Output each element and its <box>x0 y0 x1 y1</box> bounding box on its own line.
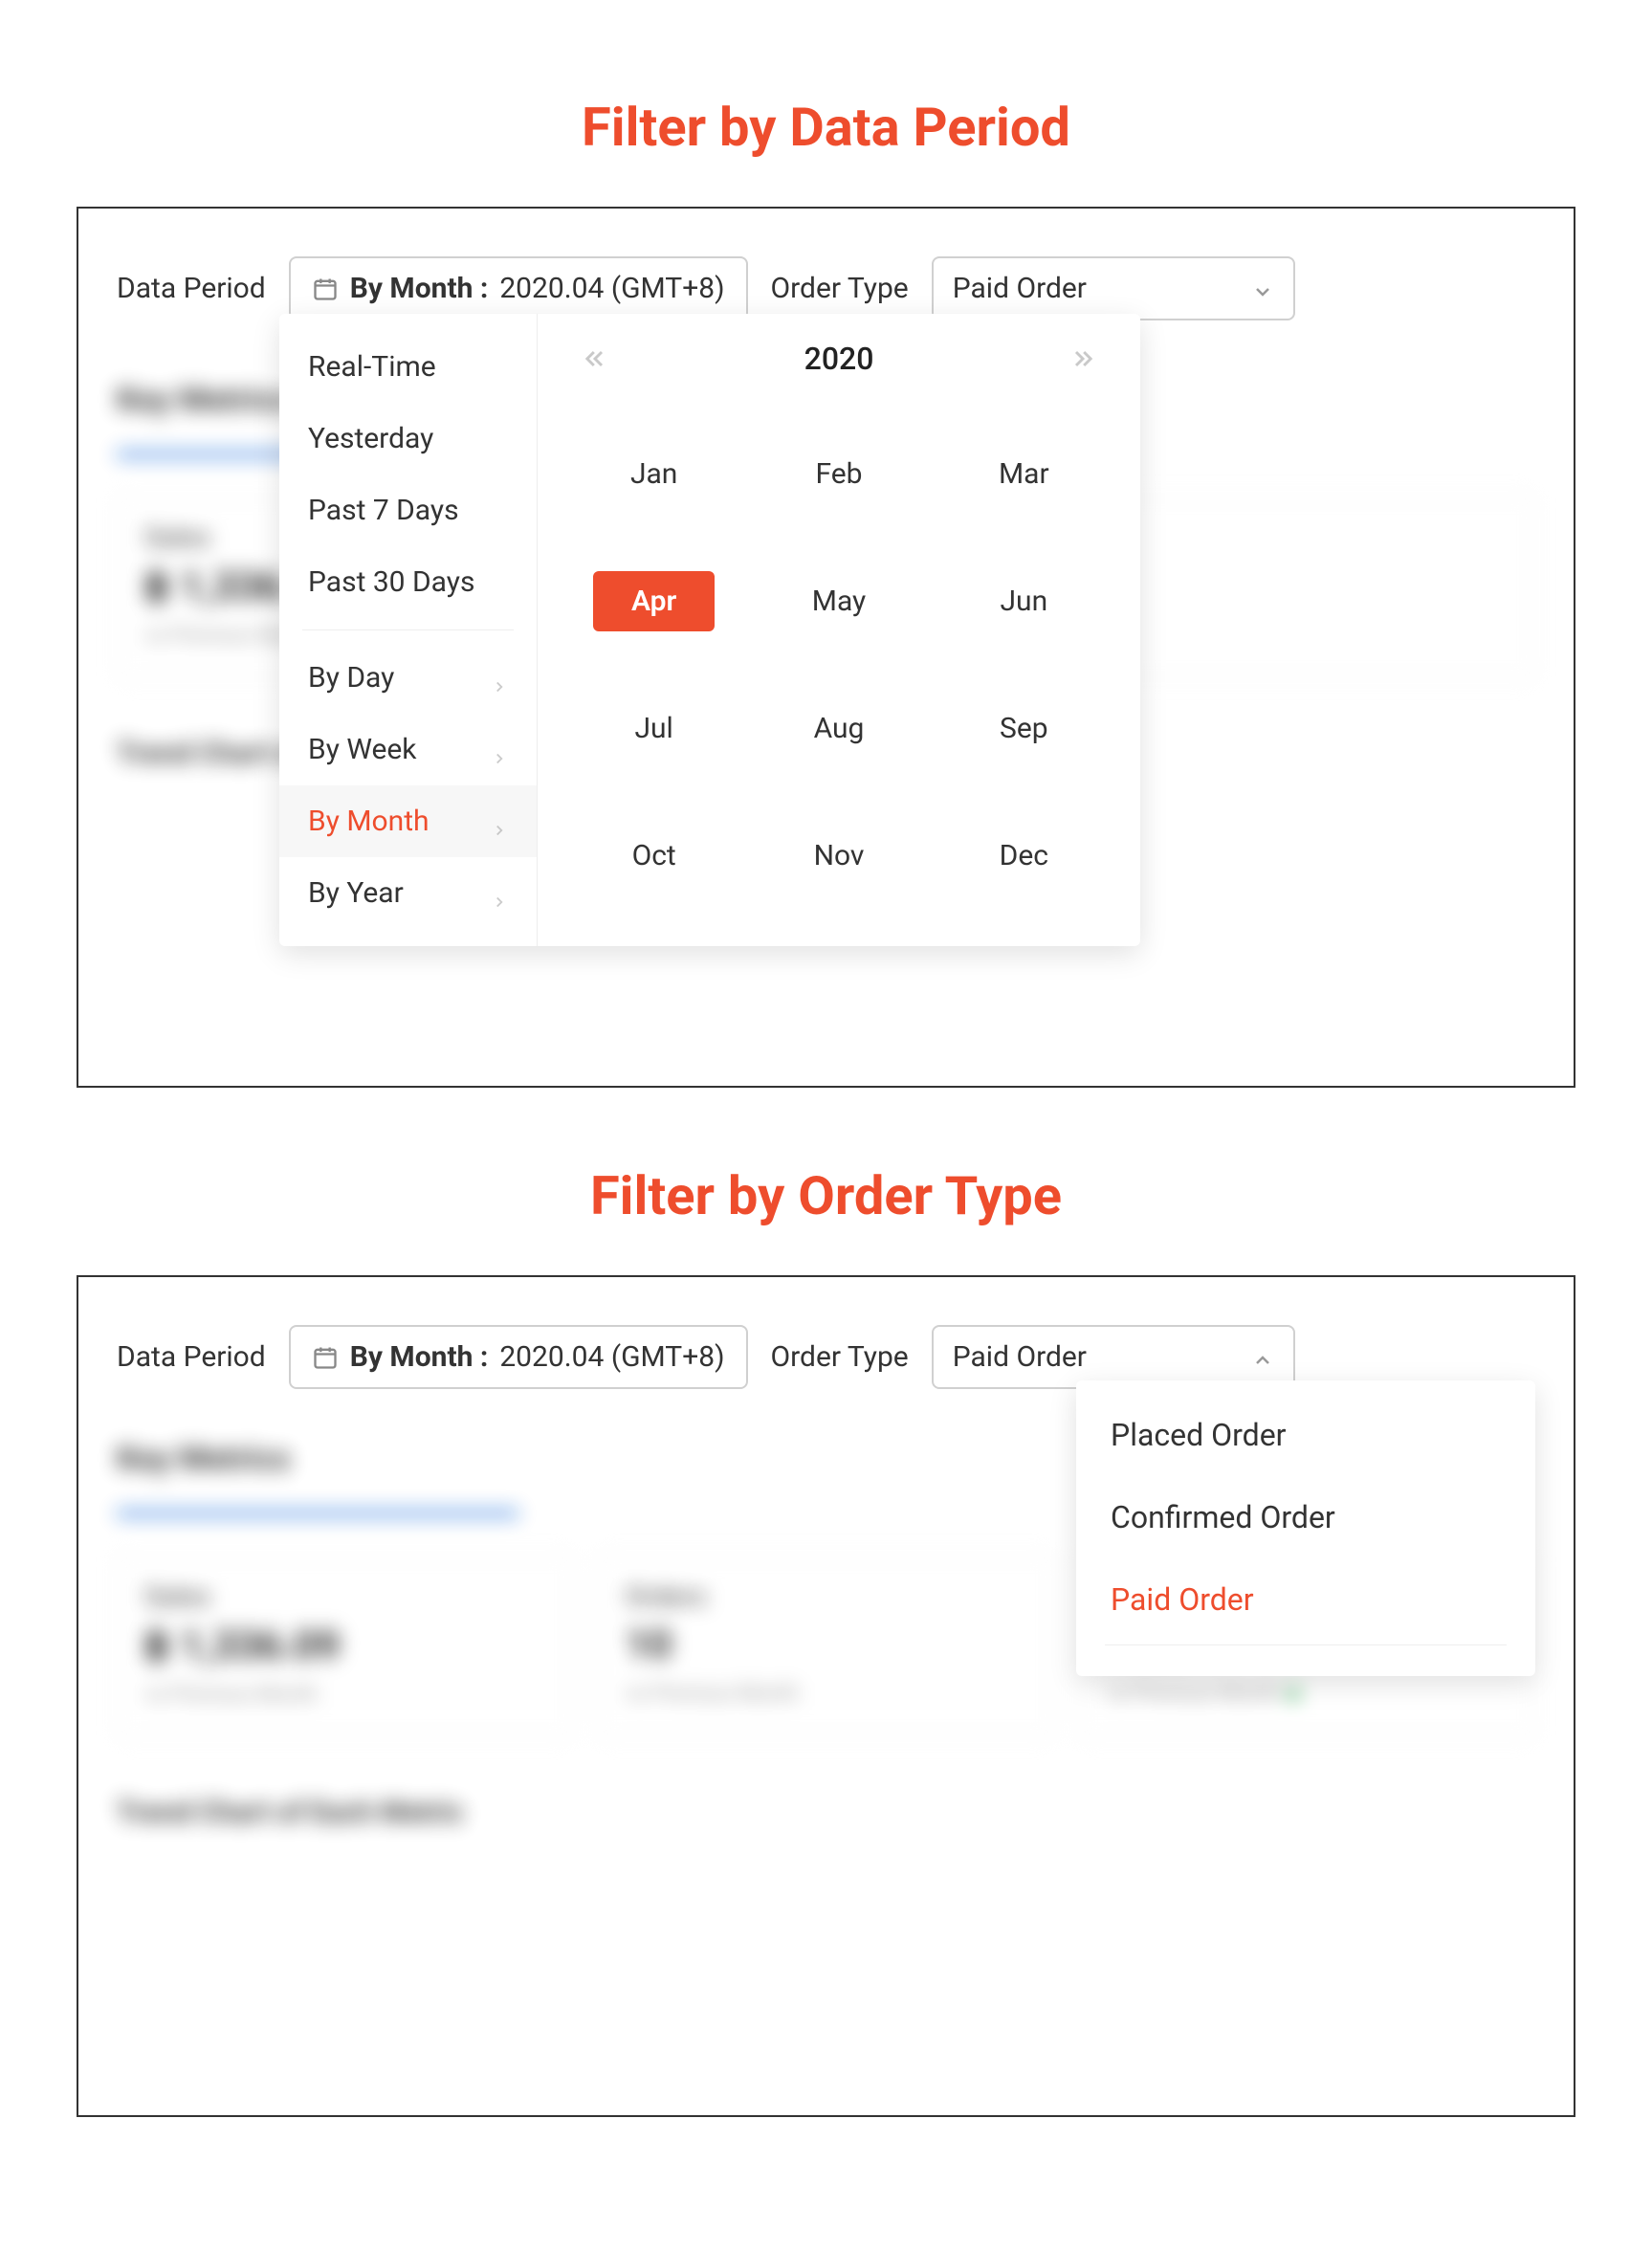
month-apr[interactable]: Apr <box>593 571 715 631</box>
chevron-right-icon <box>491 670 508 687</box>
month-jan[interactable]: Jan <box>576 444 732 504</box>
period-mode: By Month : <box>350 1340 489 1374</box>
order-type-option-paid[interactable]: Paid Order <box>1076 1558 1535 1641</box>
month-feb[interactable]: Feb <box>760 444 916 504</box>
chevron-right-icon <box>491 813 508 830</box>
year-row: 2020 <box>566 341 1112 406</box>
calendar-icon <box>312 1344 339 1371</box>
panel-order-type: Key Metrics Sales ฿ 1,336.09 vs Previous… <box>77 1275 1575 2117</box>
month-grid: Jan Feb Mar Apr May Jun Jul Aug Sep Oct … <box>566 406 1112 895</box>
month-picker-pane: 2020 Jan Feb Mar Apr May Jun Jul Aug Sep… <box>538 314 1140 946</box>
order-type-value: Paid Order <box>953 1340 1087 1374</box>
preset-by-month[interactable]: By Month <box>279 785 537 857</box>
month-mar[interactable]: Mar <box>946 444 1102 504</box>
chevron-up-icon <box>1251 1346 1274 1369</box>
order-type-option-confirmed[interactable]: Confirmed Order <box>1076 1476 1535 1558</box>
preset-past-30-days[interactable]: Past 30 Days <box>279 546 537 618</box>
preset-yesterday[interactable]: Yesterday <box>279 403 537 474</box>
prev-year-button[interactable] <box>582 345 608 372</box>
data-period-label: Data Period <box>117 272 266 305</box>
preset-list: Real-Time Yesterday Past 7 Days Past 30 … <box>279 314 538 946</box>
panel-data-period: Key Metrics Sales ฿ 1,336.09 vs Previous… <box>77 207 1575 1088</box>
period-value: 2020.04 (GMT+8) <box>499 272 724 305</box>
order-type-option-placed[interactable]: Placed Order <box>1076 1394 1535 1476</box>
preset-by-week[interactable]: By Week <box>279 714 537 785</box>
month-nov[interactable]: Nov <box>760 826 916 886</box>
order-type-label: Order Type <box>771 1340 909 1374</box>
data-period-label: Data Period <box>117 1340 266 1374</box>
order-type-dropdown[interactable]: Paid Order <box>932 1325 1295 1389</box>
order-type-popover: Placed Order Confirmed Order Paid Order <box>1076 1380 1535 1676</box>
chevron-right-icon <box>491 741 508 759</box>
period-mode: By Month : <box>350 272 489 305</box>
calendar-icon <box>312 276 339 302</box>
month-may[interactable]: May <box>760 571 916 631</box>
year-label: 2020 <box>804 341 874 377</box>
section-title-order-type: Filter by Order Type <box>77 1164 1575 1227</box>
month-oct[interactable]: Oct <box>576 826 732 886</box>
preset-real-time[interactable]: Real-Time <box>279 331 537 403</box>
chevron-down-icon <box>1251 277 1274 300</box>
month-jun[interactable]: Jun <box>946 571 1102 631</box>
preset-by-day[interactable]: By Day <box>279 642 537 714</box>
month-sep[interactable]: Sep <box>946 698 1102 759</box>
order-type-value: Paid Order <box>953 272 1087 305</box>
section-title-data-period: Filter by Data Period <box>77 96 1575 159</box>
date-period-popover: Real-Time Yesterday Past 7 Days Past 30 … <box>279 314 1140 946</box>
popover-divider <box>1105 1644 1507 1645</box>
next-year-button[interactable] <box>1069 345 1096 372</box>
preset-by-year[interactable]: By Year <box>279 857 537 929</box>
order-type-dropdown[interactable]: Paid Order <box>932 256 1295 320</box>
order-type-label: Order Type <box>771 272 909 305</box>
preset-divider <box>302 629 514 630</box>
data-period-selector[interactable]: By Month : 2020.04 (GMT+8) <box>289 256 748 320</box>
month-aug[interactable]: Aug <box>760 698 916 759</box>
data-period-selector[interactable]: By Month : 2020.04 (GMT+8) <box>289 1325 748 1389</box>
preset-past-7-days[interactable]: Past 7 Days <box>279 474 537 546</box>
period-value: 2020.04 (GMT+8) <box>499 1340 724 1374</box>
chevron-right-icon <box>491 885 508 902</box>
month-jul[interactable]: Jul <box>576 698 732 759</box>
month-dec[interactable]: Dec <box>946 826 1102 886</box>
